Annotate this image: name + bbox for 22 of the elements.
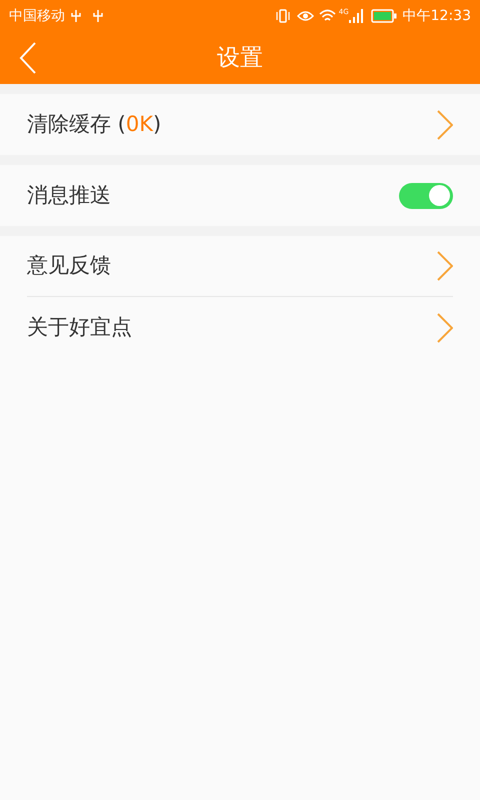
usb-icon xyxy=(71,9,81,23)
usb-icon xyxy=(93,9,103,23)
settings-row[interactable]: 关于好宜点 xyxy=(27,297,453,358)
toggle-switch[interactable] xyxy=(399,182,453,208)
page-title: 设置 xyxy=(217,44,263,73)
cache-label: 清除缓存 (0K) xyxy=(27,110,162,138)
clock-time: 中午12:33 xyxy=(402,6,471,26)
signal-icon xyxy=(348,9,363,23)
chevron-icon xyxy=(437,110,453,140)
setting-label: 消息推送 xyxy=(27,182,111,209)
setting-label: 意见反馈 xyxy=(27,252,111,280)
vibrate-icon xyxy=(274,8,291,24)
back-icon xyxy=(19,42,37,74)
wifi-icon xyxy=(318,9,336,23)
carrier-name: 中国移动 xyxy=(9,6,65,26)
battery-icon xyxy=(370,9,397,23)
eye-icon xyxy=(296,9,314,23)
settings-row[interactable]: 意见反馈 xyxy=(27,236,453,297)
chevron-icon xyxy=(437,251,453,281)
setting-label: 关于好宜点 xyxy=(27,314,132,341)
chevron-icon xyxy=(437,312,453,342)
settings-row[interactable]: 清除缓存 (0K) xyxy=(27,94,453,155)
